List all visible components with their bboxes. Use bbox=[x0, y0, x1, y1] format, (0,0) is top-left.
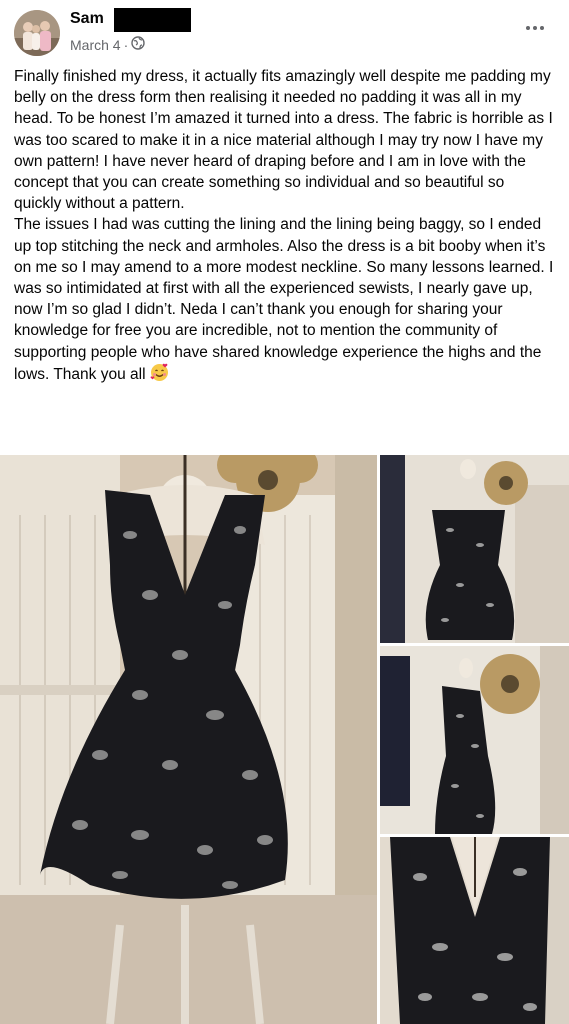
photo-grid bbox=[0, 455, 569, 1024]
post-header: Sam March 4 · bbox=[0, 0, 569, 60]
avatar[interactable] bbox=[14, 10, 60, 56]
post-text: Finally finished my dress, it actually f… bbox=[14, 66, 554, 385]
post-paragraph-2: The issues I had was cutting the lining … bbox=[14, 214, 554, 385]
author-name[interactable]: Sam bbox=[70, 10, 104, 28]
post-paragraph-2-text: The issues I had was cutting the lining … bbox=[14, 216, 554, 383]
dress-front-photo[interactable] bbox=[0, 455, 377, 1024]
redacted-name-block bbox=[114, 8, 191, 32]
dress-neckline-closeup-photo[interactable] bbox=[380, 837, 569, 1024]
post-date[interactable]: March 4 bbox=[70, 37, 121, 53]
dress-front-small-photo[interactable] bbox=[380, 455, 569, 643]
public-globe-icon[interactable] bbox=[131, 36, 145, 53]
post-paragraph-1: Finally finished my dress, it actually f… bbox=[14, 68, 553, 213]
more-options-icon[interactable] bbox=[523, 20, 547, 36]
dress-side-photo[interactable] bbox=[380, 646, 569, 834]
post-meta: March 4 · bbox=[70, 36, 145, 53]
smiling-face-with-hearts-emoji bbox=[150, 363, 169, 382]
meta-separator: · bbox=[123, 36, 129, 53]
